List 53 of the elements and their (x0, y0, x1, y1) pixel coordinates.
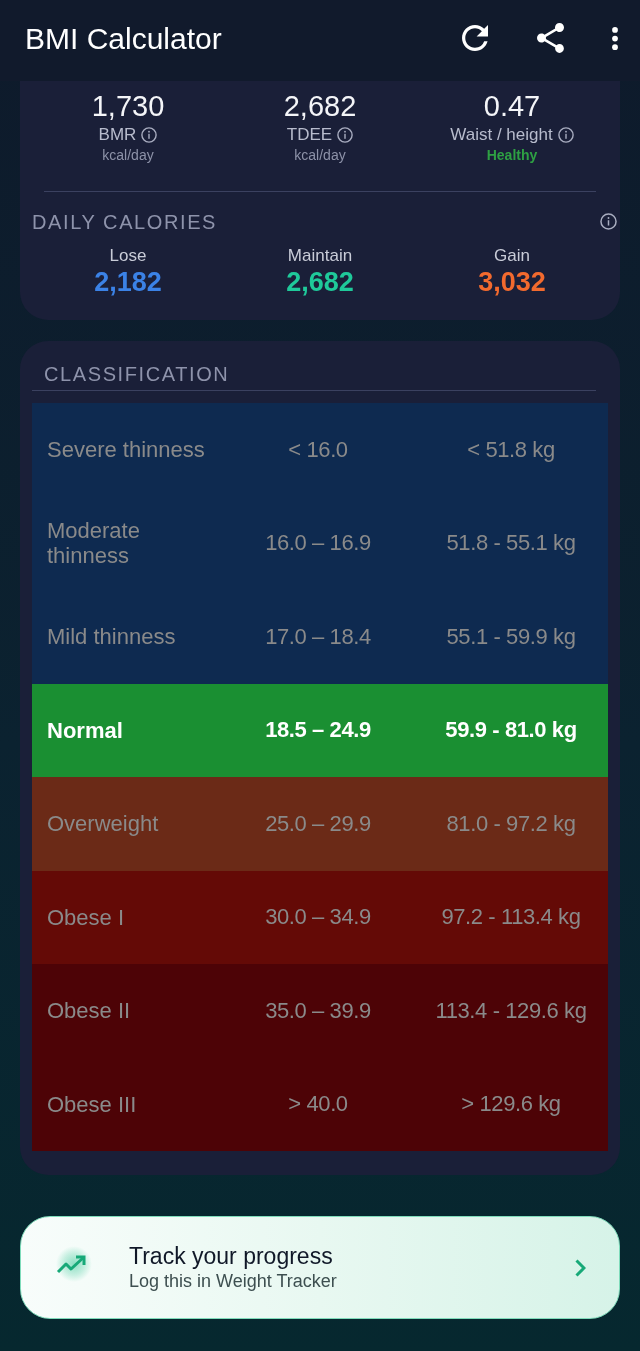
category-label: Obese II (47, 998, 131, 1024)
card-title: Track your progress (129, 1242, 334, 1270)
category-label: Moderate thinness (47, 518, 141, 569)
category-label: Mild thinness (47, 624, 176, 650)
weight-range: 51.8 - 55.1 kg (446, 530, 576, 557)
weight-range: 81.0 - 97.2 kg (446, 810, 576, 837)
stat-status: Healthy (486, 146, 538, 165)
category-label: Normal (47, 717, 123, 743)
card-subtitle: Log this in Weight Tracker (129, 1270, 337, 1293)
stat-value: 0.47 (483, 90, 541, 122)
stat-label: TDEE (286, 125, 333, 145)
track-progress-card[interactable]: Track your progress Log this in Weight Tracker (20, 1216, 620, 1319)
app-title: BMI Calculator (25, 21, 222, 56)
stat-label: BMR (98, 125, 137, 145)
calorie-value: 2,682 (286, 267, 354, 298)
calorie-label: Gain (494, 245, 530, 267)
weight-range: < 51.8 kg (467, 436, 555, 463)
category-label: Obese III (47, 1091, 137, 1117)
share-icon[interactable] (537, 23, 564, 53)
bmi-range: 17.0 – 18.4 (265, 623, 371, 650)
section-title: DAILY CALORIES (32, 210, 218, 235)
bmi-range: 16.0 – 16.9 (265, 530, 371, 557)
more-options-icon[interactable] (612, 26, 618, 50)
info-icon[interactable] (141, 127, 158, 143)
weight-range: 113.4 - 129.6 kg (435, 997, 587, 1024)
info-icon[interactable] (337, 127, 354, 143)
section-title: CLASSIFICATION (43, 362, 231, 387)
category-label: Obese I (47, 904, 125, 930)
stat-unit: kcal/day (102, 146, 154, 165)
category-label: Severe thinness (47, 437, 205, 463)
category-label: Overweight (47, 811, 159, 837)
stat-label: Waist / height (450, 125, 553, 145)
calorie-label: Lose (109, 245, 147, 267)
bmi-range: < 16.0 (288, 436, 348, 463)
weight-range: > 129.6 kg (461, 1091, 561, 1118)
stat-value: 2,682 (283, 90, 357, 122)
stat-unit: kcal/day (294, 146, 346, 165)
weight-range: 59.9 - 81.0 kg (445, 717, 577, 744)
bmi-range: 18.5 – 24.9 (265, 717, 371, 744)
weight-range: 55.1 - 59.9 kg (446, 623, 576, 650)
bmi-range: 35.0 – 39.9 (265, 997, 371, 1024)
calorie-value: 3,032 (478, 267, 546, 298)
calorie-label: Maintain (287, 245, 353, 267)
stat-value: 1,730 (91, 90, 165, 122)
bmi-range: > 40.0 (288, 1091, 348, 1118)
bmi-range: 25.0 – 29.9 (265, 810, 371, 837)
refresh-icon[interactable] (462, 25, 488, 51)
calorie-value: 2,182 (94, 267, 162, 298)
info-icon[interactable] (600, 212, 617, 230)
chevron-right-icon (575, 1258, 586, 1277)
weight-range: 97.2 - 113.4 kg (441, 904, 581, 931)
info-icon[interactable] (557, 127, 574, 143)
bmi-range: 30.0 – 34.9 (265, 904, 371, 931)
